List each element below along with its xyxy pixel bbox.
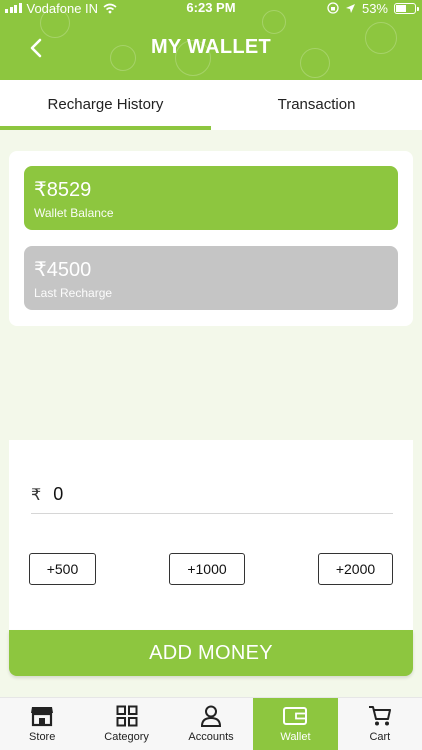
- battery-percent: 53%: [361, 0, 388, 16]
- nav-label: Category: [104, 731, 149, 743]
- tab-recharge-history[interactable]: Recharge History: [0, 80, 211, 130]
- tab-label: Transaction: [277, 95, 356, 113]
- user-icon: [201, 705, 222, 727]
- grid-icon: [116, 705, 138, 727]
- wallet-balance-card: ₹8529 Wallet Balance: [24, 166, 398, 230]
- battery-icon: [394, 2, 419, 14]
- wallet-icon: [283, 707, 308, 725]
- nav-store[interactable]: Store: [0, 698, 84, 750]
- add-money-button[interactable]: ADD MONEY: [9, 630, 413, 676]
- nav-wallet[interactable]: Wallet: [253, 698, 338, 750]
- nav-accounts[interactable]: Accounts: [169, 698, 253, 750]
- nav-label: Store: [29, 731, 56, 743]
- last-recharge-amount: ₹4500: [34, 259, 92, 281]
- nav-label: Wallet: [280, 731, 311, 743]
- store-icon: [31, 707, 54, 727]
- last-recharge-label: Last Recharge: [34, 286, 113, 300]
- tab-bar: Recharge History Transaction: [0, 80, 422, 130]
- tab-label: Recharge History: [47, 95, 164, 113]
- add-money-panel: ₹ +500 +1000 +2000: [9, 440, 413, 630]
- app-header: Vodafone IN 6:23 PM 53% MY WALLET: [0, 0, 422, 80]
- location-arrow-icon: [345, 3, 355, 13]
- status-bar: Vodafone IN 6:23 PM 53%: [0, 0, 422, 18]
- tab-transaction[interactable]: Transaction: [211, 80, 422, 130]
- cart-icon: [368, 706, 391, 726]
- bottom-navigation: Store Category Accounts Wallet Cart: [0, 697, 422, 750]
- wallet-summary-panel: ₹8529 Wallet Balance ₹4500 Last Recharge: [9, 151, 413, 326]
- wallet-balance-label: Wallet Balance: [34, 206, 114, 220]
- add-500-button[interactable]: +500: [29, 553, 96, 585]
- rupee-symbol: ₹: [31, 486, 42, 504]
- amount-field-row: ₹: [31, 476, 393, 514]
- last-recharge-card: ₹4500 Last Recharge: [24, 246, 398, 310]
- amount-input[interactable]: [53, 484, 254, 505]
- add-2000-button[interactable]: +2000: [318, 553, 393, 585]
- nav-label: Cart: [369, 731, 391, 743]
- wallet-balance-amount: ₹8529: [34, 179, 92, 201]
- page-title: MY WALLET: [150, 36, 272, 58]
- nav-category[interactable]: Category: [84, 698, 168, 750]
- add-1000-button[interactable]: +1000: [169, 553, 245, 585]
- nav-cart[interactable]: Cart: [338, 698, 422, 750]
- nav-label: Accounts: [188, 731, 234, 743]
- rotation-lock-icon: [327, 2, 339, 14]
